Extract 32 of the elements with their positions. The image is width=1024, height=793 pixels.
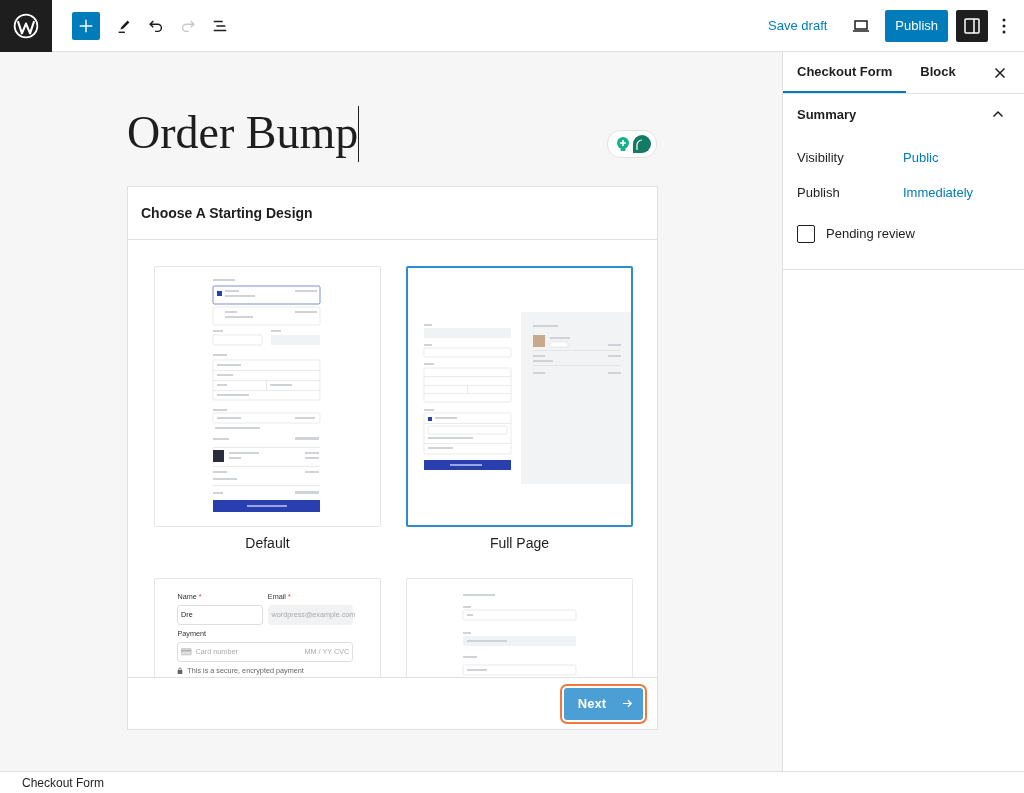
add-block-button[interactable] [72, 11, 100, 40]
publish-button[interactable]: Publish [885, 9, 948, 42]
post-title[interactable]: Order Bump [127, 100, 359, 166]
close-icon [994, 66, 1006, 79]
summary-panel-toggle[interactable]: Summary [783, 94, 1024, 134]
writing-assistant-drawing[interactable] [607, 130, 657, 158]
input-field[interactable]: Dre [177, 604, 263, 625]
card-icon [181, 648, 192, 656]
save-draft-button[interactable]: Save draft [768, 18, 828, 33]
card-heading: Choose A Starting Design [141, 205, 313, 221]
checkbox-label: Pending review [826, 226, 915, 241]
breadcrumb-link[interactable]: Checkout Form [22, 775, 105, 790]
setting-label: Visibility [797, 150, 845, 165]
settings-button[interactable] [956, 9, 988, 42]
design-preview[interactable] [406, 266, 633, 527]
sidebar-icon [962, 15, 982, 36]
setting-value-link[interactable]: Immediately [903, 185, 974, 200]
arrow-right-icon [622, 698, 633, 709]
field-label: Name * [177, 592, 203, 602]
design-name: Default [245, 535, 290, 551]
logo-icon[interactable] [0, 0, 52, 52]
design-name: Full Page [489, 535, 550, 551]
checkbox[interactable] [797, 224, 815, 243]
design-preview[interactable]: Name * Dre Email * wordpress@example.com Payment Card number MM / YY CVC This is a secure, encrypted payment [154, 578, 381, 677]
setting-label: Publish [797, 185, 841, 200]
setting-value-link[interactable]: Public [903, 150, 939, 165]
sidebar-tab[interactable]: Block [906, 52, 970, 93]
field-label: Email * [267, 592, 292, 602]
sidebar-tab[interactable]: Checkout Form [783, 52, 907, 93]
secure-note: This is a secure, encrypted payment [187, 665, 304, 676]
chevron-up-icon [992, 110, 1004, 118]
field-label: Payment [177, 628, 208, 639]
